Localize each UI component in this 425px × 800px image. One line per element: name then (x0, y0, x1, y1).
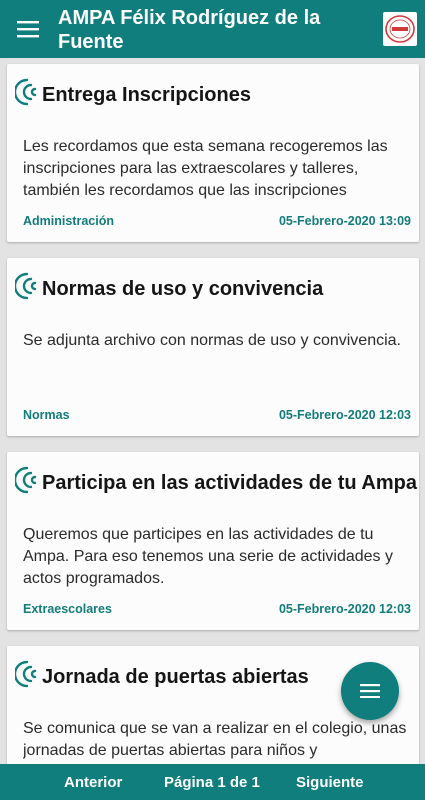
next-page-button[interactable]: Siguiente (296, 774, 364, 791)
post-title: Entrega Inscripciones (42, 84, 251, 106)
menu-button[interactable] (14, 16, 42, 42)
post-title: Participa en las actividades de tu Ampa (42, 472, 417, 494)
floating-menu-button[interactable] (341, 662, 399, 720)
post-title: Normas de uso y convivencia (42, 278, 324, 300)
menu-lines-icon (360, 684, 380, 698)
post-list[interactable]: Entrega Inscripciones Les recordamos que… (0, 58, 425, 764)
post-card[interactable]: Entrega Inscripciones Les recordamos que… (7, 64, 419, 242)
post-body: Se adjunta archivo con normas de uso y c… (23, 332, 401, 349)
ampa-logo[interactable] (383, 12, 417, 46)
post-body: Les recordamos que esta semana recogerem… (23, 138, 388, 199)
post-category: Extraescolares (23, 602, 112, 616)
post-category: Administración (23, 214, 114, 228)
post-body: Queremos que participes en las actividad… (23, 526, 393, 587)
logo-image (385, 15, 415, 43)
post-date: 05-Febrero-2020 13:09 (278, 214, 411, 228)
post-card[interactable]: Participa en las actividades de tu Ampa … (7, 452, 419, 630)
post-card[interactable]: Normas de uso y convivencia Se adjunta a… (7, 258, 419, 436)
app-title: AMPA Félix Rodríguez de la Fuente (58, 7, 321, 53)
post-category: Normas (23, 408, 70, 422)
hamburger-menu-icon (17, 21, 39, 38)
broadcast-icon (15, 660, 37, 688)
broadcast-icon (15, 272, 37, 300)
post-body: Se comunica que se van a realizar en el … (23, 720, 407, 759)
page-indicator: Página 1 de 1 (164, 774, 260, 791)
previous-page-button[interactable]: Anterior (64, 774, 122, 791)
pagination-bar: Anterior Página 1 de 1 Siguiente (0, 764, 425, 800)
broadcast-icon (15, 78, 37, 106)
post-date: 05-Febrero-2020 12:03 (278, 408, 411, 422)
app-bar: AMPA Félix Rodríguez de la Fuente (0, 0, 425, 58)
post-date: 05-Febrero-2020 12:03 (278, 602, 411, 616)
broadcast-icon (15, 466, 37, 494)
